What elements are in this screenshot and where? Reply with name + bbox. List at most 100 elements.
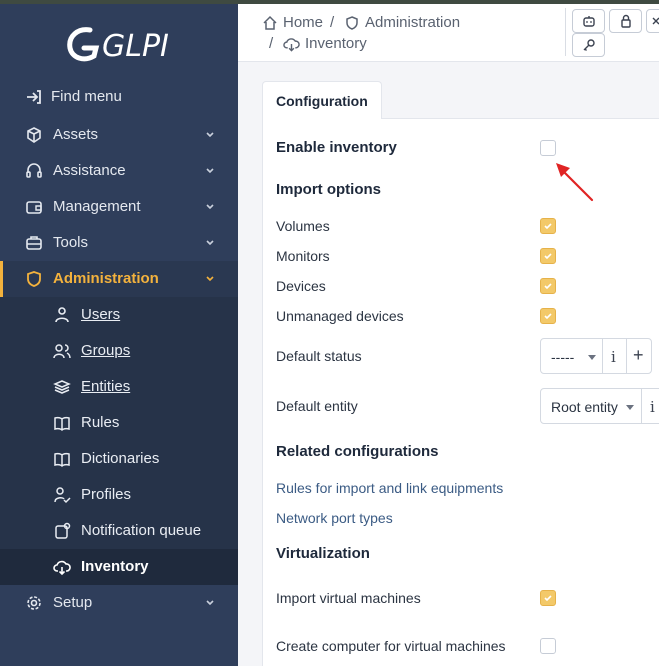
submenu-item-groups[interactable]: Groups	[0, 333, 238, 369]
header-top-strip	[238, 0, 659, 4]
header-divider	[565, 8, 566, 56]
book-open-icon	[54, 452, 70, 468]
select-divider	[626, 339, 627, 373]
cloud-download-icon	[283, 37, 300, 52]
check-icon	[544, 313, 552, 320]
caret-down-icon	[588, 355, 596, 360]
close-button[interactable]	[646, 9, 659, 33]
robot-icon	[582, 16, 595, 27]
breadcrumb-inventory[interactable]: Inventory	[283, 35, 367, 52]
headset-icon	[26, 163, 42, 178]
default-status-value: -----	[551, 349, 575, 365]
sidebar-item-label: Administration	[53, 270, 159, 287]
submenu-item-dictionaries[interactable]: Dictionaries	[0, 441, 238, 477]
briefcase-icon	[26, 236, 42, 250]
submenu-item-label: Dictionaries	[81, 450, 160, 467]
sidebar-item-label: Management	[53, 198, 141, 215]
submenu-item-label: Rules	[81, 414, 120, 431]
default-status-select[interactable]: ----- i +	[540, 338, 652, 374]
breadcrumb-home-label: Home	[283, 14, 324, 31]
submenu-item-profiles[interactable]: Profiles	[0, 477, 238, 513]
devices-label: Devices	[276, 278, 326, 294]
lock-button[interactable]	[609, 9, 642, 33]
submenu-item-inventory[interactable]: Inventory	[0, 549, 238, 585]
cloud-download-icon	[53, 560, 71, 576]
check-icon	[544, 253, 552, 260]
home-icon	[263, 15, 277, 30]
caret-down-icon	[626, 405, 634, 410]
rules-import-link[interactable]: Rules for import and link equipments	[276, 480, 503, 496]
logo-text: GLPI	[102, 29, 169, 64]
info-icon[interactable]: i	[611, 348, 616, 366]
import-vm-checkbox[interactable]	[540, 590, 556, 606]
create-computer-vm-label: Create computer for virtual machines	[276, 638, 506, 654]
submenu-item-rules[interactable]: Rules	[0, 405, 238, 441]
chevron-down-icon	[206, 276, 214, 282]
key-button[interactable]	[572, 33, 605, 57]
create-computer-vm-checkbox[interactable]	[540, 638, 556, 654]
administration-submenu: Users Groups Entities Rules Dictionaries…	[0, 297, 238, 585]
info-icon[interactable]: i	[650, 398, 655, 416]
submenu-item-entities[interactable]: Entities	[0, 369, 238, 405]
breadcrumb-home[interactable]: Home	[262, 14, 323, 31]
monitors-checkbox[interactable]	[540, 248, 556, 264]
volumes-label: Volumes	[276, 218, 330, 234]
key-icon	[583, 39, 595, 51]
sidebar-item-label: Setup	[53, 594, 93, 611]
sidebar-top-strip	[0, 0, 238, 4]
sidebar-item-administration[interactable]: Administration	[0, 261, 238, 297]
sidebar-item-find-menu[interactable]: Find menu	[0, 79, 238, 115]
check-icon	[544, 283, 552, 290]
breadcrumb-administration[interactable]: Administration	[344, 14, 460, 31]
volumes-checkbox[interactable]	[540, 218, 556, 234]
sidebar-item-label: Tools	[53, 234, 89, 251]
submenu-item-label: Notification queue	[81, 522, 202, 539]
chevron-down-icon	[206, 600, 214, 606]
arrow-right-to-bracket-icon	[27, 90, 41, 104]
tab-configuration[interactable]: Configuration	[262, 81, 382, 119]
sidebar-item-label: Find menu	[51, 88, 122, 105]
close-icon	[652, 17, 659, 25]
enable-inventory-label: Enable inventory	[276, 139, 397, 156]
gear-icon	[27, 596, 41, 610]
cube-icon	[27, 127, 41, 143]
wallet-icon	[26, 201, 42, 214]
breadcrumb-administration-label: Administration	[365, 14, 461, 31]
default-entity-select[interactable]: Root entity i	[540, 388, 659, 424]
submenu-item-label: Groups	[81, 342, 131, 359]
select-divider	[641, 389, 642, 423]
book-icon	[54, 416, 70, 432]
unmanaged-devices-checkbox[interactable]	[540, 308, 556, 324]
sidebar-item-assistance[interactable]: Assistance	[0, 153, 238, 189]
stack-icon	[53, 380, 71, 394]
enable-inventory-checkbox[interactable]	[540, 140, 556, 156]
submenu-item-notification-queue[interactable]: Notification queue	[0, 513, 238, 549]
glpi-logo[interactable]: GLPI	[66, 22, 176, 66]
select-divider	[602, 339, 603, 373]
user-check-icon	[54, 487, 71, 504]
submenu-item-label: Profiles	[81, 486, 132, 503]
check-icon	[544, 223, 552, 230]
default-entity-label: Default entity	[276, 398, 358, 414]
default-status-label: Default status	[276, 348, 362, 364]
virtualization-title: Virtualization	[276, 545, 370, 562]
annotation-arrow	[556, 163, 594, 202]
sidebar-item-management[interactable]: Management	[0, 189, 238, 225]
lock-icon	[620, 14, 631, 28]
devices-checkbox[interactable]	[540, 278, 556, 294]
add-icon[interactable]: +	[633, 345, 644, 366]
sidebar-item-label: Assets	[53, 126, 99, 143]
notification-icon	[55, 522, 71, 539]
user-icon	[55, 307, 69, 323]
chevron-down-icon	[206, 240, 214, 246]
sidebar-item-setup[interactable]: Setup	[0, 585, 238, 621]
import-vm-label: Import virtual machines	[276, 590, 421, 606]
shield-icon	[346, 15, 358, 30]
breadcrumb-separator: /	[269, 35, 274, 52]
submenu-item-label: Inventory	[81, 558, 149, 575]
sidebar-item-assets[interactable]: Assets	[0, 117, 238, 153]
network-port-types-link[interactable]: Network port types	[276, 510, 393, 526]
bot-button[interactable]	[572, 9, 605, 33]
submenu-item-users[interactable]: Users	[0, 297, 238, 333]
sidebar-item-tools[interactable]: Tools	[0, 225, 238, 261]
